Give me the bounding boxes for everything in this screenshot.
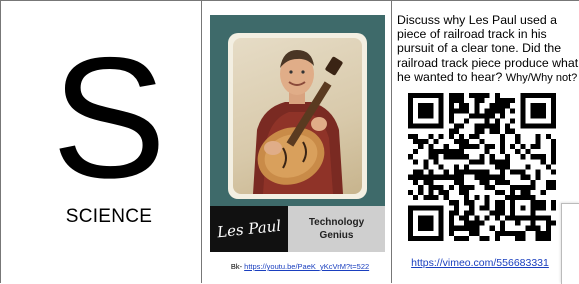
table-divider-2	[391, 0, 392, 283]
signature: Les Paul	[216, 216, 282, 242]
prompt-why: Why/Why not?	[505, 71, 578, 84]
card-title: Technology Genius	[288, 206, 385, 252]
vimeo-reference: https://vimeo.com/556683331	[400, 257, 560, 269]
guitarist-illustration-icon	[253, 50, 343, 194]
vimeo-link[interactable]: https://vimeo.com/556683331	[411, 257, 549, 269]
youtube-link[interactable]: https://youtu.be/PaeK_yKcVrM?t=522	[244, 262, 369, 271]
table-border-top	[0, 0, 579, 1]
card-title-line1: Technology	[308, 217, 365, 228]
bk-prefix: Bk-	[230, 262, 245, 271]
les-paul-card: Les Paul Technology Genius	[210, 15, 385, 252]
card-caption-bar: Les Paul Technology Genius	[210, 206, 385, 252]
subject-label: SCIENCE	[65, 206, 153, 227]
table-border-left	[0, 0, 1, 283]
bk-reference: Bk- https://youtu.be/PaeK_yKcVrM?t=522	[210, 262, 390, 271]
document-page: S SCIENCE Les Paul Technology Genius Bk-…	[0, 0, 579, 284]
les-paul-photo	[233, 38, 362, 194]
big-letter: S	[51, 22, 167, 214]
card-title-line2: Genius	[319, 230, 354, 241]
photo-frame	[228, 33, 367, 199]
partial-overlay-box	[561, 203, 579, 284]
qr-code-icon[interactable]	[408, 93, 556, 241]
signature-box: Les Paul	[210, 206, 288, 252]
discussion-prompt: Discuss why Les Paul used a piece of rai…	[397, 13, 579, 85]
